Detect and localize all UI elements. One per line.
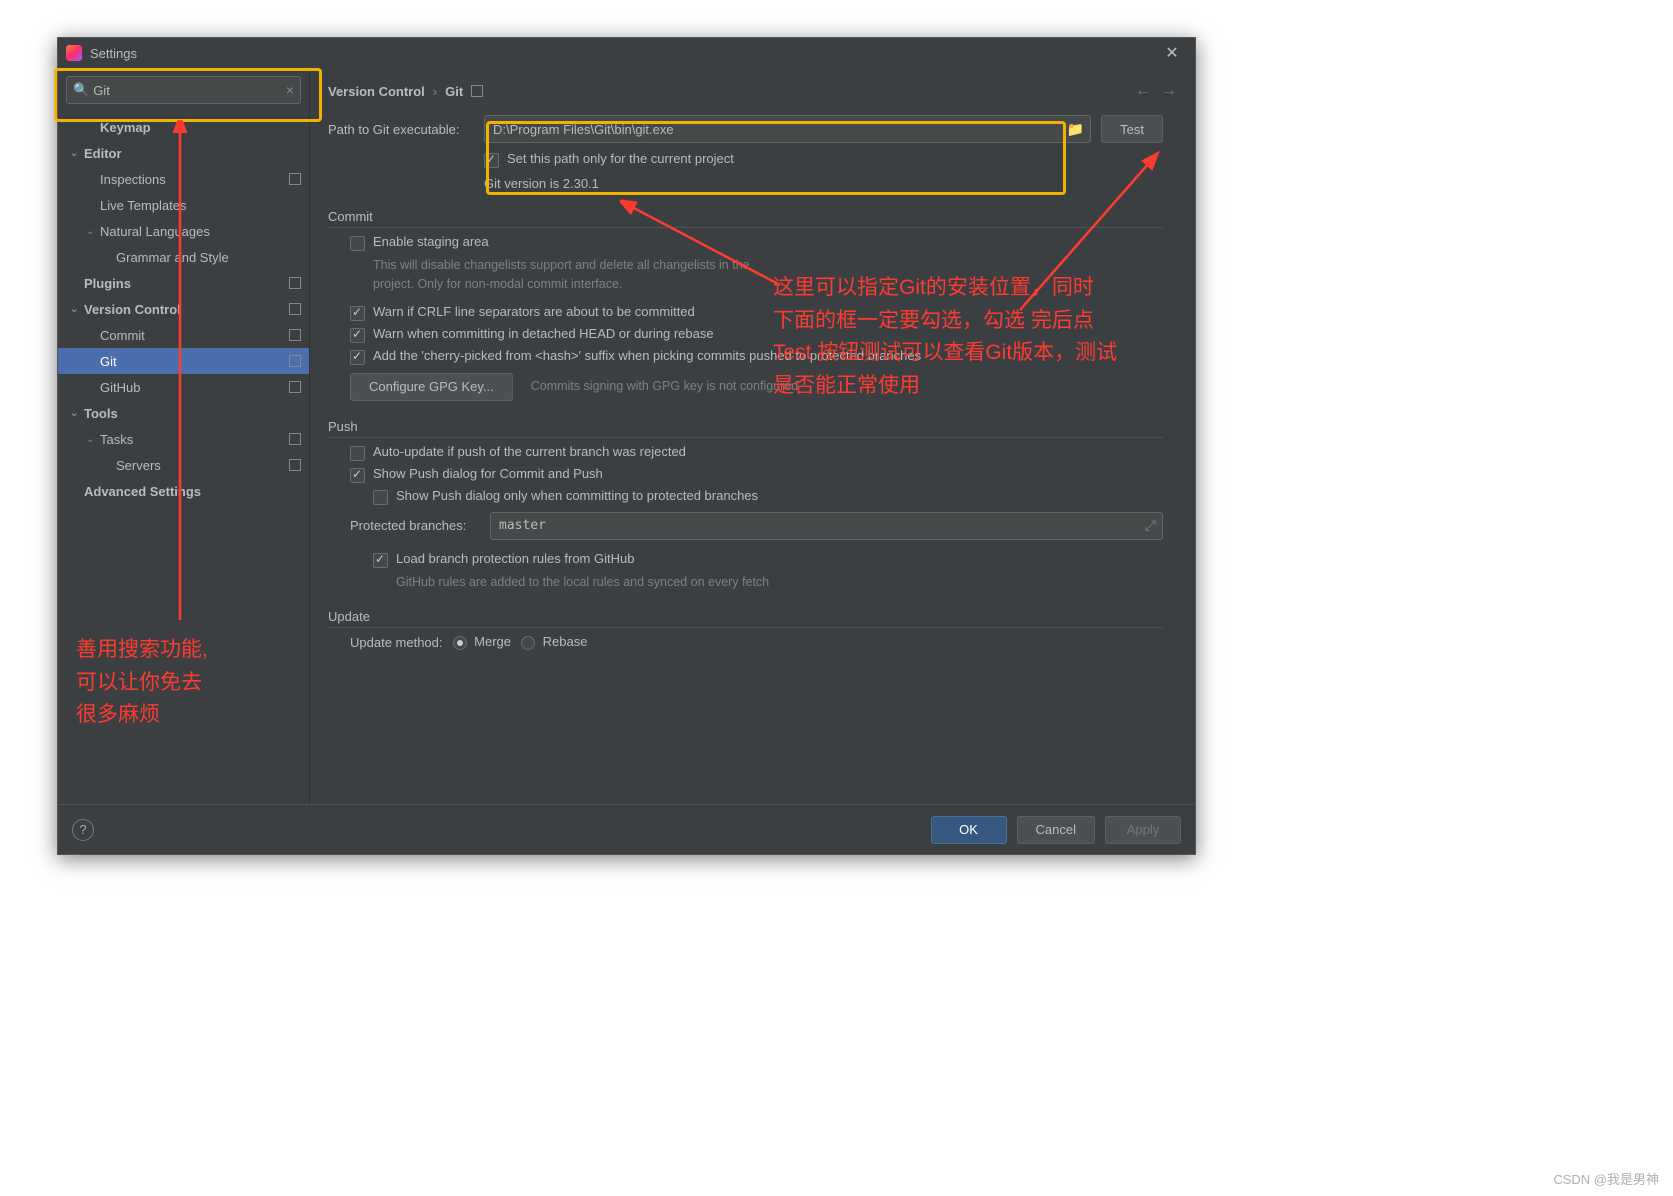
sidebar-item-version-control[interactable]: ⌄Version Control — [58, 296, 309, 322]
configure-gpg-button[interactable]: Configure GPG Key... — [350, 373, 513, 401]
apply-button[interactable]: Apply — [1105, 816, 1181, 844]
update-section-header: Update — [328, 609, 1163, 628]
sidebar-item-label: Keymap — [100, 120, 301, 135]
sidebar-item-live-templates[interactable]: Live Templates — [58, 192, 309, 218]
content-scroll[interactable]: Path to Git executable: D:\Program Files… — [328, 114, 1177, 804]
rules-hint: GitHub rules are added to the local rule… — [350, 573, 1163, 592]
git-path-input[interactable]: D:\Program Files\Git\bin\git.exe 📁 — [484, 115, 1091, 143]
expand-icon[interactable]: ⤢ — [1145, 518, 1156, 534]
help-icon[interactable]: ? — [72, 819, 94, 841]
breadcrumb-root[interactable]: Version Control — [328, 84, 425, 99]
chevron-right-icon: › — [433, 84, 437, 99]
sidebar-item-label: Plugins — [84, 276, 285, 291]
sidebar-item-label: Commit — [100, 328, 285, 343]
auto-update-checkbox[interactable]: Auto-update if push of the current branc… — [350, 444, 1163, 461]
merge-radio[interactable]: Merge — [453, 634, 511, 650]
sidebar-item-plugins[interactable]: Plugins — [58, 270, 309, 296]
warn-detached-checkbox[interactable]: Warn when committing in detached HEAD or… — [350, 326, 1163, 343]
sidebar-item-commit[interactable]: Commit — [58, 322, 309, 348]
sidebar-item-git[interactable]: Git — [58, 348, 309, 374]
sidebar-item-label: Git — [100, 354, 285, 369]
sidebar-item-tasks[interactable]: ⌄Tasks — [58, 426, 309, 452]
push-section-header: Push — [328, 419, 1163, 438]
project-scope-icon — [289, 277, 301, 289]
clear-search-icon[interactable]: × — [286, 82, 294, 98]
sidebar-item-label: Natural Languages — [100, 224, 301, 239]
dialog-footer: ? OK Cancel Apply — [58, 804, 1195, 854]
search-input-wrapper[interactable]: 🔍 × — [66, 76, 301, 104]
chevron-icon: ⌄ — [70, 408, 84, 419]
sidebar-item-inspections[interactable]: Inspections — [58, 166, 309, 192]
sidebar-item-label: Tasks — [100, 432, 285, 447]
project-scope-icon — [289, 459, 301, 471]
git-version-text: Git version is 2.30.1 — [328, 176, 1163, 191]
git-path-label: Path to Git executable: — [328, 122, 484, 137]
settings-tree: Keymap⌄EditorInspectionsLive Templates⌄N… — [58, 112, 309, 804]
project-scope-icon — [289, 381, 301, 393]
sidebar-item-label: Grammar and Style — [116, 250, 301, 265]
window-title: Settings — [90, 46, 137, 61]
titlebar: Settings ✕ — [58, 38, 1195, 68]
content-panel: Version Control › Git ← → Path to Git ex… — [310, 68, 1195, 804]
sidebar-item-grammar-and-style[interactable]: Grammar and Style — [58, 244, 309, 270]
project-scope-icon — [289, 173, 301, 185]
project-scope-icon — [289, 329, 301, 341]
watermark: CSDN @我是男神 — [1553, 1169, 1659, 1188]
warn-crlf-checkbox[interactable]: Warn if CRLF line separators are about t… — [350, 304, 1163, 321]
rebase-radio[interactable]: Rebase — [521, 634, 587, 650]
close-icon[interactable]: ✕ — [1157, 38, 1187, 68]
app-icon — [66, 45, 82, 61]
protected-branches-label: Protected branches: — [350, 518, 490, 533]
sidebar-item-keymap[interactable]: Keymap — [58, 114, 309, 140]
sidebar-item-label: Editor — [84, 146, 301, 161]
nav-back-icon[interactable]: ← — [1135, 82, 1151, 100]
gpg-hint: Commits signing with GPG key is not conf… — [531, 377, 798, 396]
chevron-icon: ⌄ — [70, 148, 84, 159]
sidebar-item-label: Inspections — [100, 172, 285, 187]
project-scope-icon — [471, 85, 483, 97]
staging-hint: This will disable changelists support an… — [350, 256, 770, 294]
load-rules-checkbox[interactable]: Load branch protection rules from GitHub — [350, 551, 1163, 568]
chevron-icon: ⌄ — [86, 434, 100, 445]
project-only-checkbox[interactable]: Set this path only for the current proje… — [484, 151, 734, 168]
project-scope-icon — [289, 303, 301, 315]
chevron-icon: ⌄ — [86, 226, 100, 237]
test-button[interactable]: Test — [1101, 115, 1163, 143]
search-input[interactable] — [93, 83, 286, 98]
settings-dialog: Settings ✕ 🔍 × Keymap⌄EditorInspectionsL… — [57, 37, 1196, 855]
chevron-icon: ⌄ — [70, 304, 84, 315]
show-push-dialog-checkbox[interactable]: Show Push dialog for Commit and Push — [350, 466, 1163, 483]
breadcrumb: Version Control › Git ← → — [328, 78, 1177, 104]
sidebar-item-github[interactable]: GitHub — [58, 374, 309, 400]
sidebar-item-tools[interactable]: ⌄Tools — [58, 400, 309, 426]
search-icon: 🔍 — [73, 82, 89, 98]
enable-staging-checkbox[interactable]: Enable staging area — [350, 234, 1163, 251]
sidebar-item-label: Version Control — [84, 302, 285, 317]
sidebar-item-label: Servers — [116, 458, 285, 473]
cancel-button[interactable]: Cancel — [1017, 816, 1095, 844]
sidebar-item-label: GitHub — [100, 380, 285, 395]
update-method-label: Update method: — [350, 635, 443, 650]
browse-folder-icon[interactable]: 📁 — [1067, 121, 1084, 138]
nav-forward-icon[interactable]: → — [1161, 82, 1177, 100]
sidebar-item-natural-languages[interactable]: ⌄Natural Languages — [58, 218, 309, 244]
project-scope-icon — [289, 433, 301, 445]
commit-section-header: Commit — [328, 209, 1163, 228]
sidebar-item-advanced-settings[interactable]: Advanced Settings — [58, 478, 309, 504]
sidebar: 🔍 × Keymap⌄EditorInspectionsLive Templat… — [58, 68, 310, 804]
sidebar-item-label: Advanced Settings — [84, 484, 301, 499]
sidebar-item-label: Tools — [84, 406, 301, 421]
project-scope-icon — [289, 355, 301, 367]
sidebar-item-label: Live Templates — [100, 198, 301, 213]
ok-button[interactable]: OK — [931, 816, 1007, 844]
sidebar-item-servers[interactable]: Servers — [58, 452, 309, 478]
breadcrumb-leaf: Git — [445, 84, 463, 99]
sidebar-item-editor[interactable]: ⌄Editor — [58, 140, 309, 166]
cherry-suffix-checkbox[interactable]: Add the 'cherry-picked from <hash>' suff… — [350, 348, 1163, 365]
protected-branches-input[interactable]: master ⤢ — [490, 512, 1163, 540]
show-push-dialog-protected-checkbox[interactable]: Show Push dialog only when committing to… — [350, 488, 1163, 505]
